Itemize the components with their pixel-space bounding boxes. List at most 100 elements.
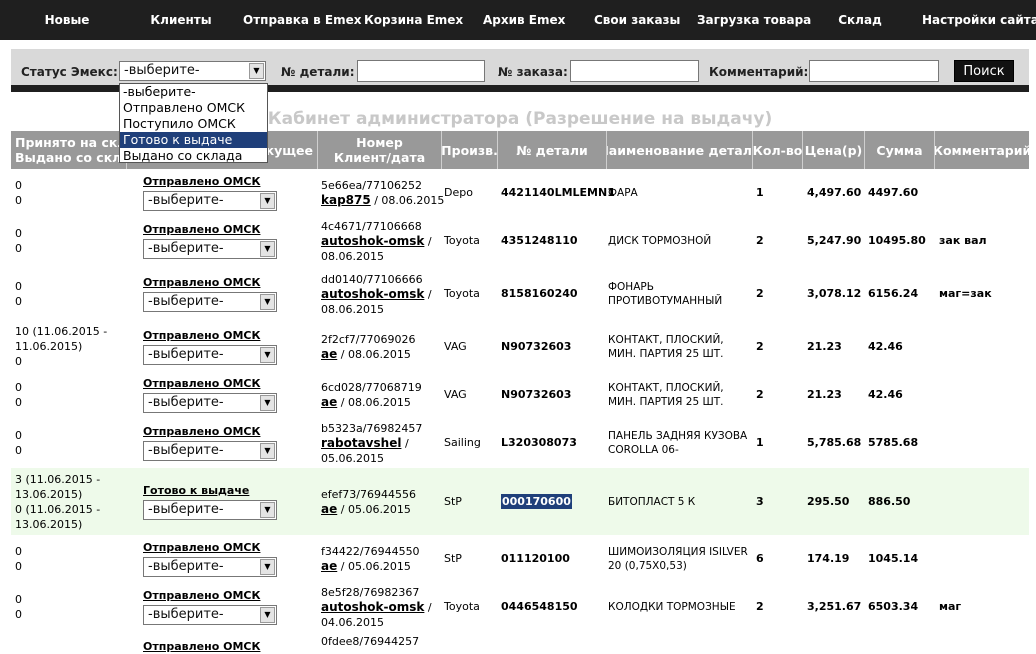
part-number-cell: 8158160240 xyxy=(501,287,578,300)
status-select[interactable]: -выберите- ▼ xyxy=(143,499,277,520)
quantity-cell: 2 xyxy=(756,287,764,300)
search-button[interactable]: Поиск xyxy=(954,60,1014,82)
received-issued-cell: 00 xyxy=(15,428,22,458)
status-filter-label: Статус Эмекс: xyxy=(21,65,118,79)
client-link[interactable]: ae xyxy=(321,559,337,573)
status-link[interactable]: Отправлено ОМСК xyxy=(143,174,277,189)
nav-item[interactable]: Загрузка товара xyxy=(697,13,811,27)
part-number-cell: L320308073 xyxy=(501,436,577,449)
comment-label: Комментарий: xyxy=(709,65,809,79)
status-link[interactable]: Готово к выдаче xyxy=(143,483,277,498)
status-select[interactable]: -выберите- ▼ xyxy=(143,292,277,312)
status-link[interactable]: Отправлено ОМСК xyxy=(143,222,277,237)
client-link[interactable]: autoshok-omsk xyxy=(321,234,424,248)
sum-cell: 886.50 xyxy=(868,494,911,508)
client-link[interactable]: rabotavshel xyxy=(321,436,401,450)
status-select[interactable]: -выберите- ▼ xyxy=(143,191,277,211)
status-cell: Отправлено ОМСК -выберите- ▼ xyxy=(143,588,277,629)
client-link[interactable]: autoshok-omsk xyxy=(321,600,424,614)
dropdown-option[interactable]: Поступило ОМСК xyxy=(120,116,267,132)
page-title: Кабинет администратора (Разрешение на вы… xyxy=(267,109,773,129)
header-received-issued[interactable]: Принято на скла Выдано со скла xyxy=(11,131,127,169)
date-line: 0 xyxy=(15,444,22,457)
header-price[interactable]: Цена(р) xyxy=(803,131,865,169)
client-link[interactable]: ae xyxy=(321,502,337,516)
dropdown-option[interactable]: -выберите- xyxy=(120,84,267,100)
client-date-line: autoshok-omsk / xyxy=(321,287,432,302)
order-number: 8e5f28/76982367 xyxy=(321,585,420,599)
order-number-input[interactable] xyxy=(570,60,699,82)
nav-item[interactable]: Отправка в Emex xyxy=(243,13,362,27)
status-select-value: -выберите- xyxy=(148,193,224,208)
comment-cell: зак вал xyxy=(939,234,987,247)
header-brand-label: Произв. xyxy=(442,142,498,158)
price-cell: 3,078.12 xyxy=(807,287,862,300)
header-brand[interactable]: Произв. xyxy=(442,131,498,169)
received-issued-cell: 00 xyxy=(15,544,22,574)
status-select[interactable]: -выберите- ▼ xyxy=(143,605,277,625)
quantity-cell: 2 xyxy=(756,234,764,247)
status-select[interactable]: -выберите- ▼ xyxy=(143,557,277,577)
part-number-cell: 4421140LMLEMN1 xyxy=(501,186,615,199)
quantity-cell: 1 xyxy=(756,436,764,449)
status-filter-select[interactable]: -выберите- ▼ xyxy=(119,61,266,81)
order-number-cell: 6cd028/77068719 ae / 08.06.2015 xyxy=(321,380,422,410)
client-link[interactable]: kap875 xyxy=(321,193,371,207)
order-number-label: № заказа: xyxy=(498,65,568,79)
status-link[interactable]: Отправлено ОМСК xyxy=(143,376,277,391)
status-select[interactable]: -выберите- ▼ xyxy=(143,441,277,461)
header-issued: Выдано со скла xyxy=(15,150,127,165)
chevron-down-icon: ▼ xyxy=(260,193,275,209)
client-link[interactable]: autoshok-omsk xyxy=(321,287,424,301)
status-link[interactable]: Отправлено ОМСК xyxy=(143,639,260,654)
comment-input[interactable] xyxy=(809,60,939,82)
header-comment[interactable]: Комментарий xyxy=(935,131,1029,169)
dropdown-option[interactable]: Выдано со склада xyxy=(120,148,267,164)
header-quantity[interactable]: Кол-во xyxy=(753,131,803,169)
status-link[interactable]: Отправлено ОМСК xyxy=(143,540,277,555)
status-link[interactable]: Отправлено ОМСК xyxy=(143,275,277,290)
date-line: 0 xyxy=(15,608,22,621)
order-date: / xyxy=(424,287,432,301)
order-date: 04.06.2015 xyxy=(321,615,384,629)
dropdown-option[interactable]: Отправлено ОМСК xyxy=(120,100,267,116)
date-line: 0 xyxy=(15,381,22,394)
header-part-name[interactable]: Наименование детали xyxy=(607,131,753,169)
header-number-client-date[interactable]: Номер Клиент/дата xyxy=(318,131,442,169)
status-select[interactable]: -выберите- ▼ xyxy=(143,239,277,259)
chevron-down-icon: ▼ xyxy=(260,607,275,623)
status-cell: Отправлено ОМСК xyxy=(143,639,260,654)
status-link[interactable]: Отправлено ОМСК xyxy=(143,424,277,439)
status-link[interactable]: Отправлено ОМСК xyxy=(143,588,277,603)
date-line: 0 xyxy=(15,396,22,409)
status-select-value: -выберите- xyxy=(148,294,224,309)
nav-item[interactable]: Настройки сайта xyxy=(922,13,1036,27)
order-number-cell: b5323a/76982457 rabotavshel /05.06.2015 xyxy=(321,421,422,466)
header-sum-label: Сумма xyxy=(876,142,923,158)
client-link[interactable]: ae xyxy=(321,395,337,409)
order-number: 2f2cf7/77069026 xyxy=(321,332,416,346)
nav-item[interactable]: Корзина Emex xyxy=(364,13,463,27)
nav-item[interactable]: Клиенты xyxy=(145,13,217,27)
client-link[interactable]: ae xyxy=(321,347,337,361)
dropdown-option[interactable]: Готово к выдаче xyxy=(120,132,267,148)
date-line: 0 xyxy=(15,429,22,442)
part-number-input[interactable] xyxy=(357,60,485,82)
table-row: 0 0 Отправлено ОМСК -выберите- ▼ 6cd028/77068… xyxy=(11,372,1029,418)
nav-item[interactable]: Склад xyxy=(838,13,882,27)
date-line: 0 (11.06.2015 - xyxy=(15,502,101,516)
header-part-number[interactable]: № детали xyxy=(498,131,607,169)
status-link[interactable]: Отправлено ОМСК xyxy=(143,328,277,343)
order-date: / 05.06.2015 xyxy=(337,502,411,516)
status-select[interactable]: -выберите- ▼ xyxy=(143,344,277,365)
status-select[interactable]: -выберите- ▼ xyxy=(143,393,277,413)
header-sum[interactable]: Сумма xyxy=(865,131,935,169)
status-cell: Отправлено ОМСК -выберите- ▼ xyxy=(143,275,277,316)
date-line: 0 xyxy=(15,560,22,573)
brand-cell: VAG xyxy=(444,388,467,401)
nav-item[interactable]: Архив Emex xyxy=(483,13,565,27)
part-name-cell: КОЛОДКИ ТОРМОЗНЫЕ xyxy=(608,601,736,613)
price-cell: 3,251.67 xyxy=(807,600,862,613)
nav-item[interactable]: Свои заказы xyxy=(594,13,680,27)
nav-item[interactable]: Новые xyxy=(14,13,120,27)
